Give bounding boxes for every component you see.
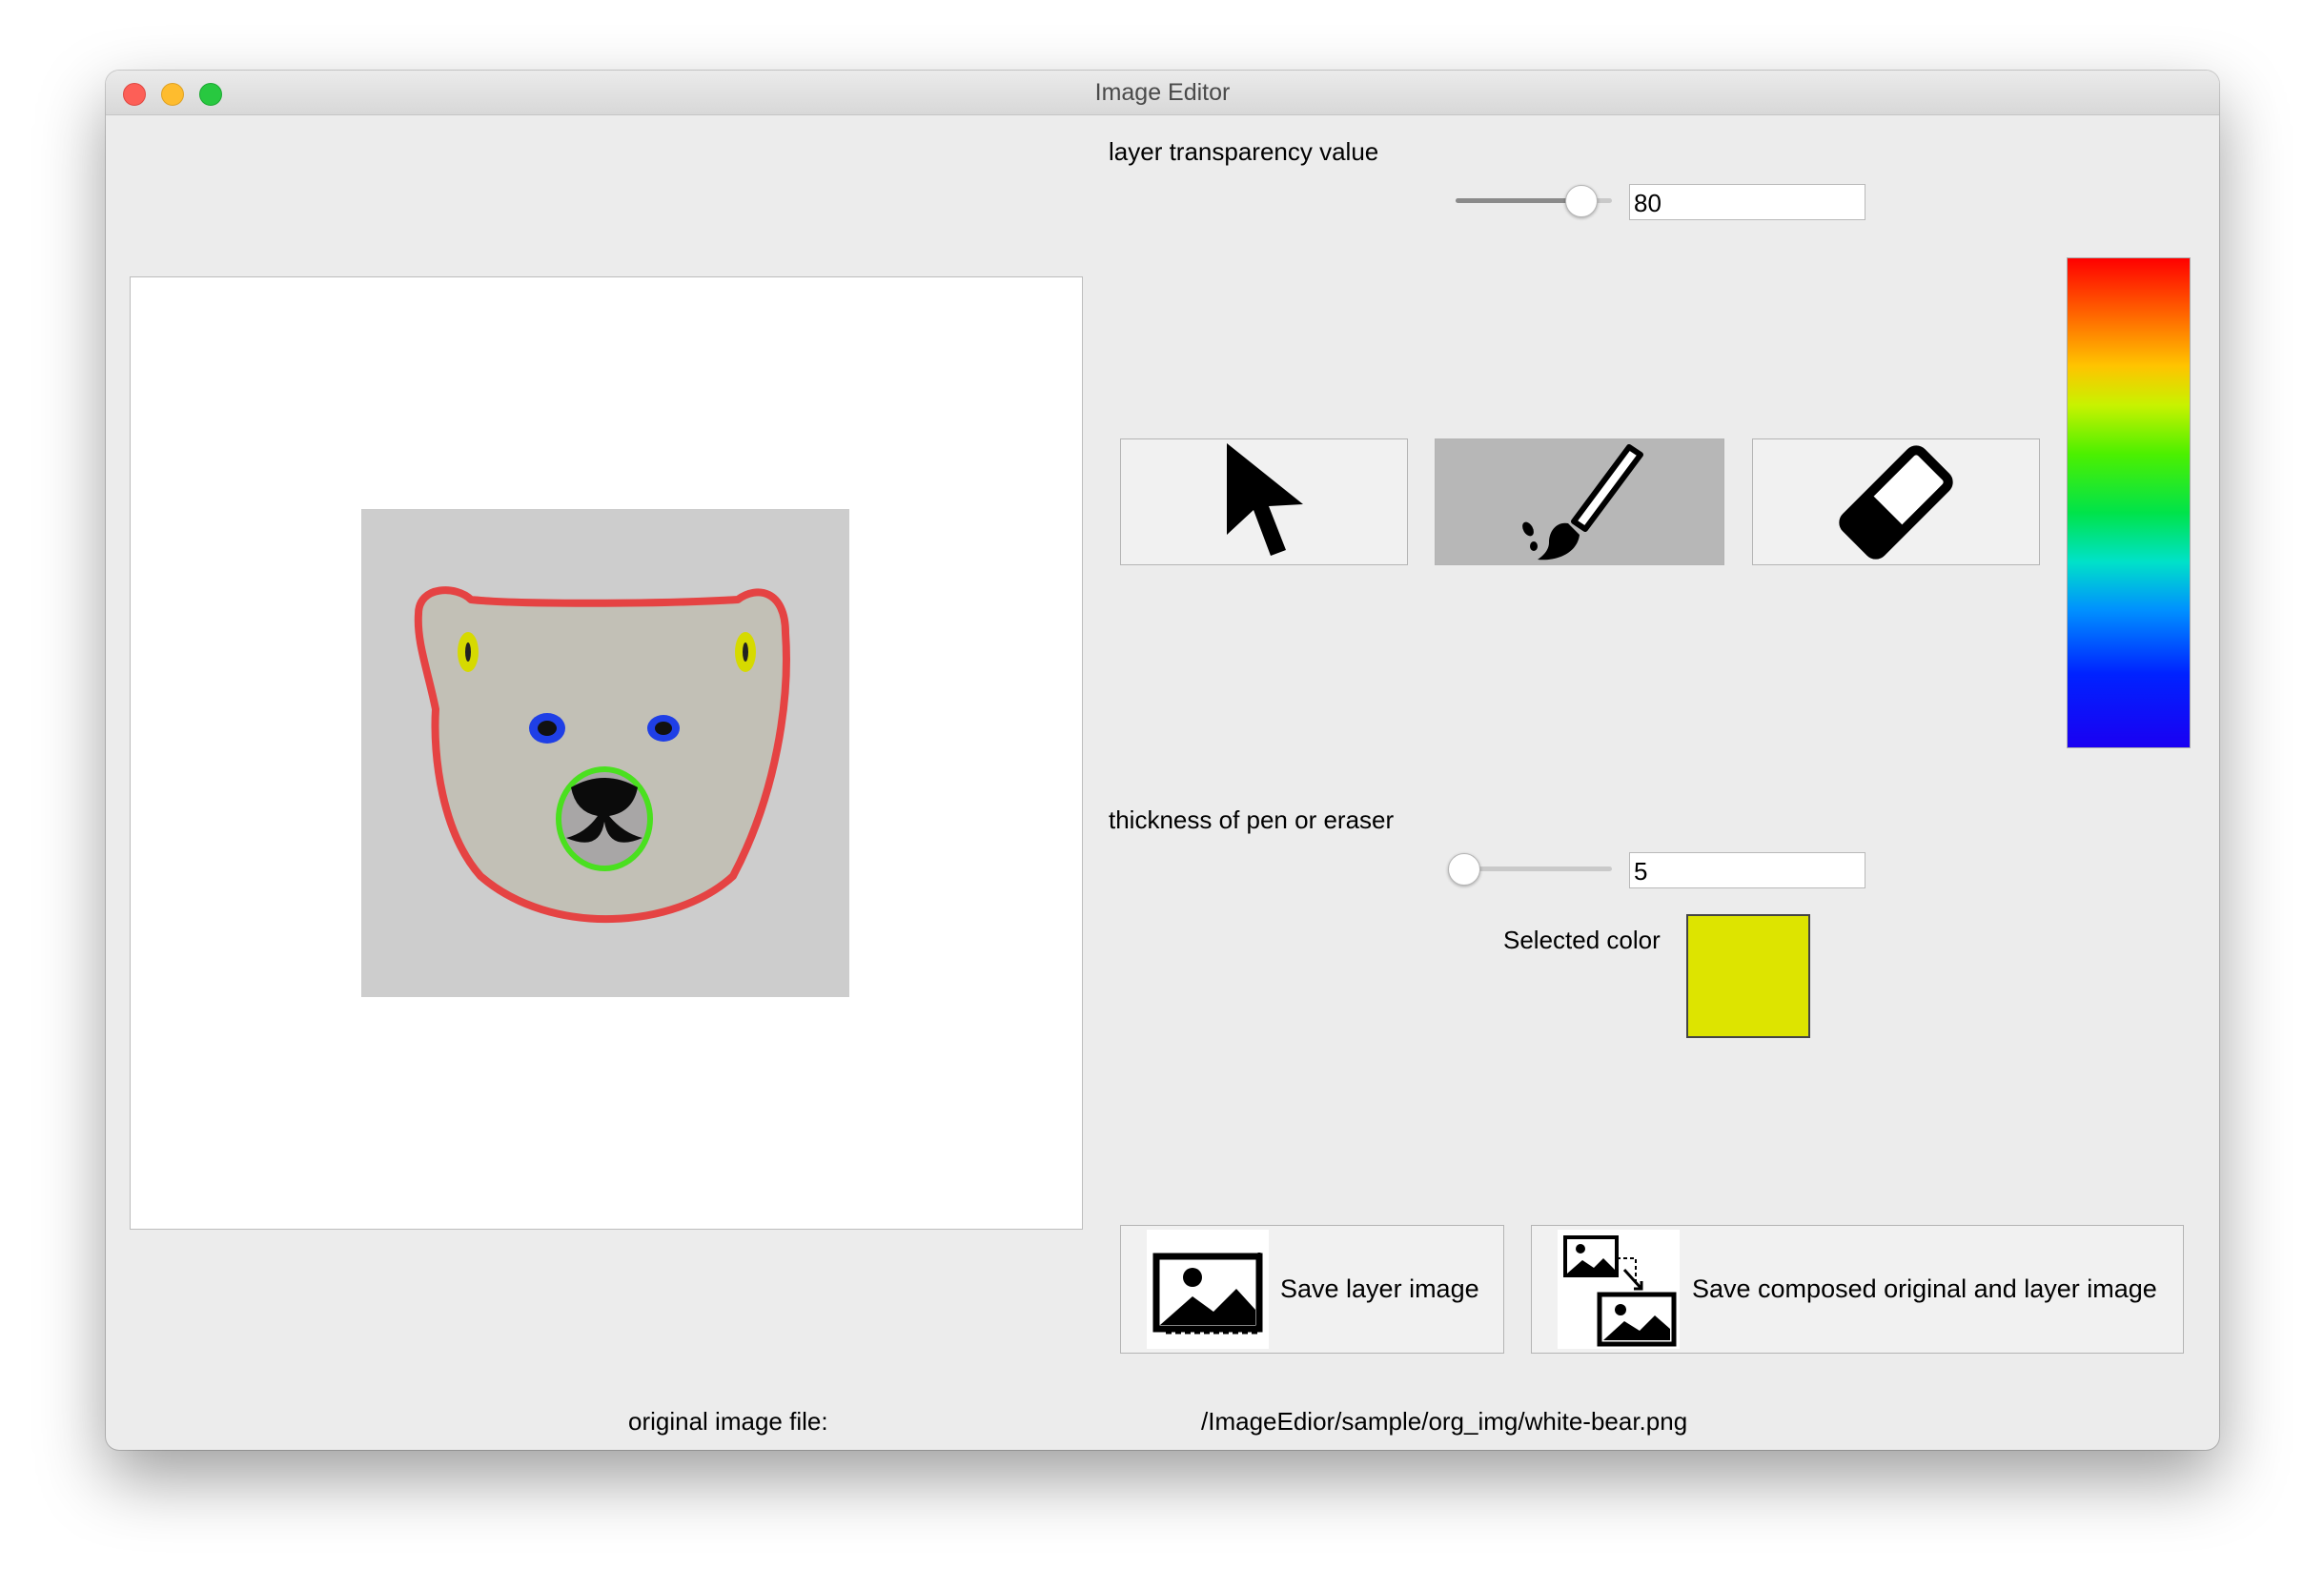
title-bar: Image Editor (106, 71, 2219, 115)
left-eye-pupil (538, 721, 557, 736)
original-image-path: /ImageEdior/sample/org_img/white-bear.pn… (1201, 1407, 1688, 1436)
thickness-slider[interactable] (1448, 853, 1612, 886)
right-ear-inner (743, 642, 748, 662)
slider-fill (1456, 198, 1581, 203)
selected-color-swatch (1686, 914, 1810, 1038)
save-composed-label: Save composed original and layer image (1692, 1274, 2157, 1303)
save-image-icon (1147, 1230, 1269, 1349)
thickness-value-field[interactable]: 5 (1629, 852, 1865, 888)
original-image-file-label: original image file: (628, 1407, 828, 1436)
save-layer-button[interactable]: Save layer image (1120, 1225, 1504, 1354)
brush-tool-button[interactable] (1435, 438, 1724, 565)
transparency-label: layer transparency value (1109, 137, 1379, 166)
right-eye-pupil (655, 722, 672, 735)
slider-knob[interactable] (1448, 853, 1481, 886)
white-bear-drawing (414, 586, 790, 923)
left-ear-inner (465, 642, 471, 662)
eraser-tool-button[interactable] (1752, 438, 2040, 565)
thickness-label: thickness of pen or eraser (1109, 805, 1395, 834)
save-layer-label: Save layer image (1280, 1274, 1479, 1303)
window-title: Image Editor (1094, 79, 1231, 106)
layered-image (361, 509, 849, 997)
slider-knob[interactable] (1565, 185, 1599, 217)
compose-images-icon (1558, 1230, 1680, 1349)
select-tool-button[interactable] (1120, 438, 1408, 565)
transparency-value-field[interactable]: 80 (1629, 184, 1865, 220)
drawing-canvas[interactable] (130, 276, 1083, 1230)
eraser-icon (1839, 444, 1953, 560)
paintbrush-icon (1522, 443, 1643, 560)
selected-color-label: Selected color (1503, 926, 1661, 954)
app-window: Image Editor layer transparency value 80 (106, 71, 2219, 1450)
color-spectrum-picker[interactable] (2067, 257, 2191, 748)
transparency-slider[interactable] (1456, 185, 1612, 217)
cursor-arrow-icon (1227, 442, 1303, 556)
save-composed-button[interactable]: Save composed original and layer image (1531, 1225, 2184, 1354)
